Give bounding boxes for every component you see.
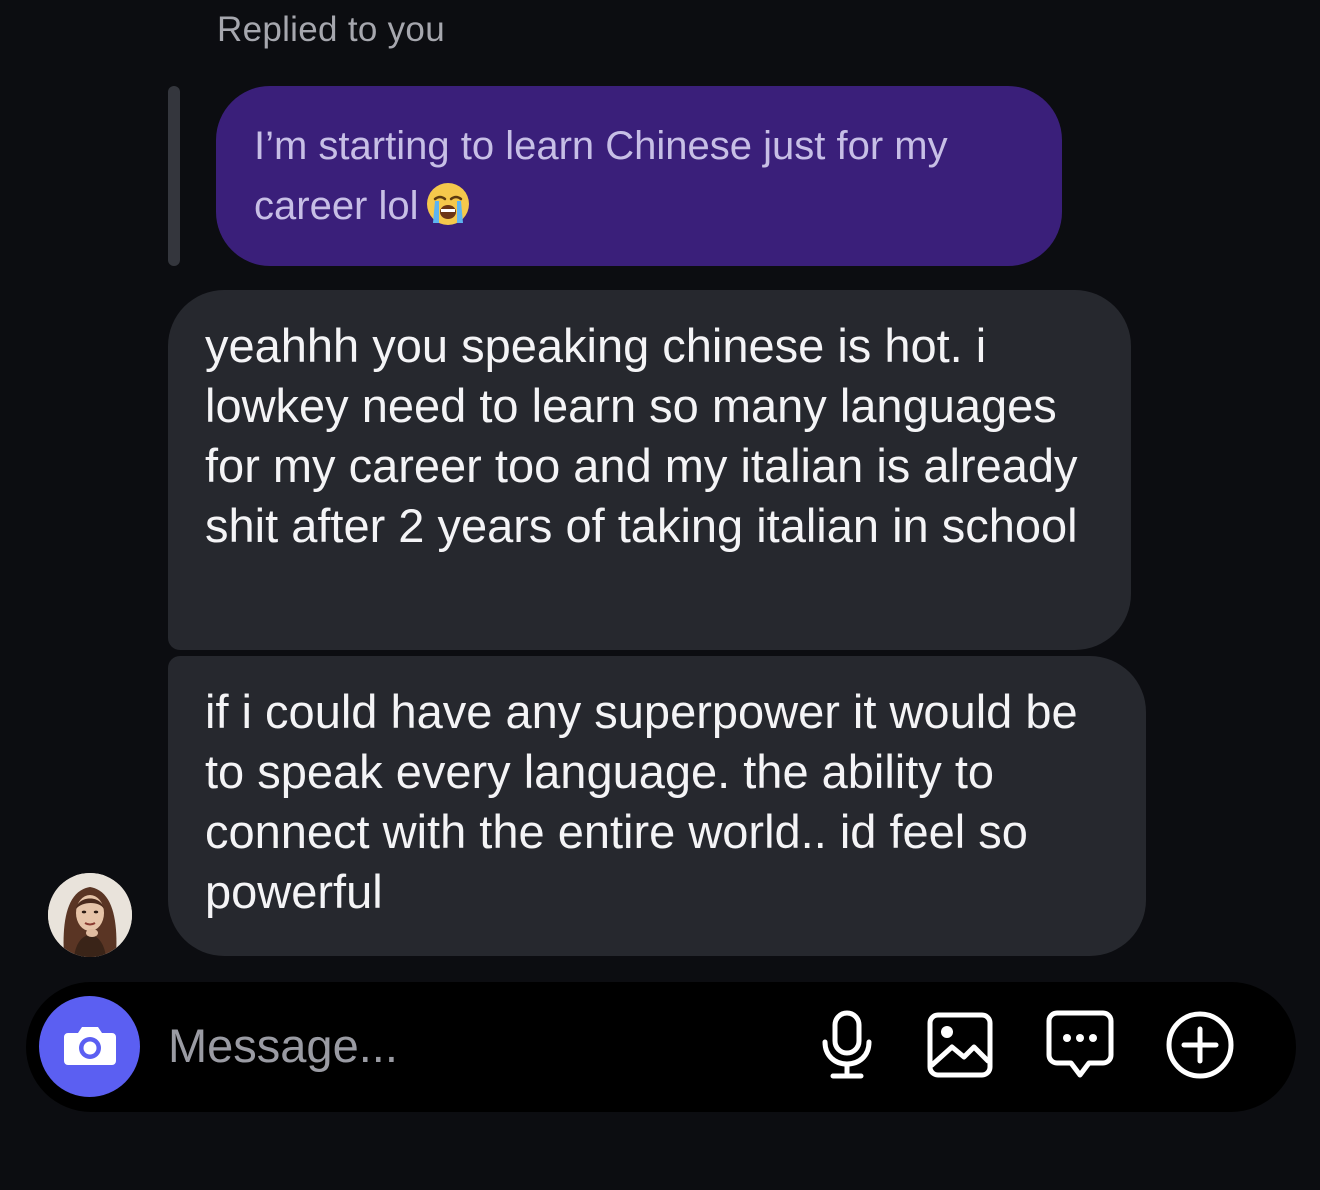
quoted-message-text: I’m starting to learn Chinese just for m… (254, 124, 948, 228)
sender-avatar[interactable] (48, 873, 132, 957)
received-message-bubble[interactable]: yeahhh you speaking chinese is hot. i lo… (168, 290, 1131, 650)
sticker-icon (1045, 1009, 1115, 1086)
message-input[interactable] (168, 1010, 768, 1080)
gallery-button[interactable] (923, 1010, 997, 1084)
received-message-bubble[interactable]: if i could have any superpower it would … (168, 656, 1146, 956)
plus-icon (1164, 1009, 1236, 1086)
received-message-text: yeahhh you speaking chinese is hot. i lo… (205, 319, 1078, 552)
microphone-button[interactable] (810, 1010, 884, 1084)
microphone-icon (819, 1010, 875, 1085)
camera-button[interactable] (39, 996, 140, 1097)
received-message-text: if i could have any superpower it would … (205, 685, 1078, 918)
sticker-button[interactable] (1043, 1010, 1117, 1084)
more-options-button[interactable] (1163, 1010, 1237, 1084)
camera-icon (62, 1021, 118, 1072)
quoted-message-bubble[interactable]: I’m starting to learn Chinese just for m… (216, 86, 1062, 266)
gallery-icon (926, 1011, 994, 1084)
replied-to-you-label: Replied to you (217, 10, 445, 49)
reply-indicator-bar (168, 86, 180, 266)
loudly-crying-face-emoji (423, 179, 473, 229)
